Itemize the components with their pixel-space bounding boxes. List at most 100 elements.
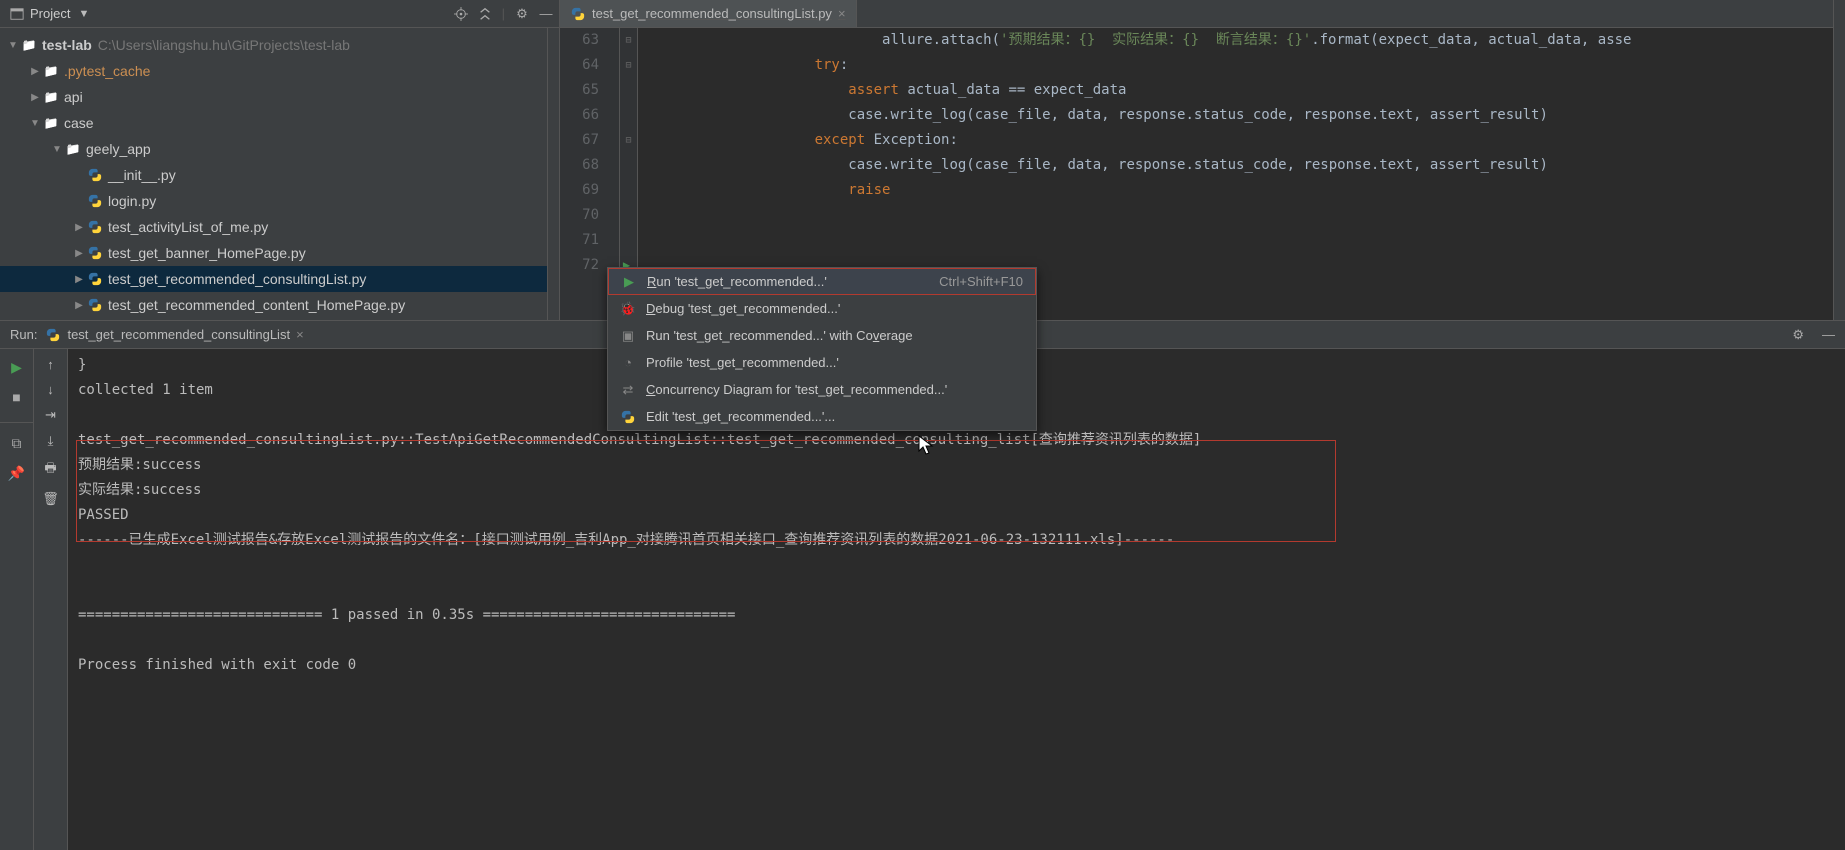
python-file-icon: [620, 409, 636, 425]
tree-item[interactable]: test_get_recommended_consultingList.py: [0, 266, 559, 292]
tree-item[interactable]: geely_app: [0, 136, 559, 162]
arrow-icon[interactable]: [72, 248, 86, 259]
up-icon[interactable]: ↑: [47, 357, 54, 372]
tree-root[interactable]: test-lab C:\Users\liangshu.hu\GitProject…: [0, 32, 559, 58]
soft-wrap-icon[interactable]: ⇥: [45, 407, 56, 423]
tree-item-label: test_get_banner_HomePage.py: [108, 245, 306, 261]
menu-item-label: Debug 'test_get_recommended...': [646, 301, 840, 316]
arrow-icon[interactable]: [28, 92, 42, 103]
context-menu-item[interactable]: Edit 'test_get_recommended...'...: [608, 403, 1036, 430]
python-file-icon: [86, 271, 104, 287]
arrow-icon[interactable]: [28, 118, 42, 129]
arrow-icon[interactable]: [72, 274, 86, 285]
project-tree[interactable]: test-lab C:\Users\liangshu.hu\GitProject…: [0, 28, 559, 320]
tree-item[interactable]: test_activityList_of_me.py: [0, 214, 559, 240]
stop-icon[interactable]: ■: [7, 387, 27, 407]
tree-item[interactable]: test_get_recommended_content_HomePage.py: [0, 292, 559, 318]
context-menu-item[interactable]: ◔Profile 'test_get_recommended...': [608, 349, 1036, 376]
rerun-icon[interactable]: ▶: [7, 357, 27, 377]
run-toolbar-left: ▶ ■ ⧉ 📌: [0, 349, 34, 850]
project-header: Project ▼ | ⚙ —: [0, 0, 559, 28]
python-file-icon: [86, 297, 104, 313]
menu-item-icon: [620, 409, 636, 425]
print-icon[interactable]: 🖶: [44, 459, 56, 481]
project-icon: [10, 7, 24, 21]
menu-item-icon: ⇄: [620, 382, 636, 398]
folder-icon: [42, 90, 60, 104]
tree-item-label: test_activityList_of_me.py: [108, 219, 268, 235]
context-menu-item[interactable]: ⇄ Concurrency Diagram for 'test_get_recom…: [608, 376, 1036, 403]
run-tab[interactable]: test_get_recommended_consultingList ×: [45, 327, 303, 343]
python-file-icon: [87, 271, 103, 287]
close-icon[interactable]: ×: [838, 6, 846, 21]
layout-icon[interactable]: ⧉: [7, 433, 27, 453]
python-file-icon: [570, 6, 586, 22]
menu-item-label: Profile 'test_get_recommended...': [646, 355, 839, 370]
arrow-icon[interactable]: [28, 66, 42, 77]
arrow-icon[interactable]: [50, 144, 64, 155]
tree-item-label: login.py: [108, 193, 156, 209]
minimize-icon[interactable]: —: [1822, 327, 1835, 342]
python-file-icon: [87, 245, 103, 261]
folder-icon: [42, 64, 60, 78]
arrow-icon[interactable]: [72, 222, 86, 233]
editor-scrollbar[interactable]: [1833, 28, 1845, 320]
down-icon[interactable]: ↓: [47, 382, 54, 397]
tree-item-label: case: [64, 115, 94, 131]
trash-icon[interactable]: 🗑: [42, 491, 59, 507]
python-file-icon: [87, 167, 103, 183]
editor-tabs: test_get_recommended_consultingList.py ×: [560, 0, 1845, 28]
gear-icon[interactable]: ⚙: [515, 7, 529, 21]
tree-item[interactable]: test_get_banner_HomePage.py: [0, 240, 559, 266]
menu-item-label: Run 'test_get_recommended...': [647, 274, 827, 289]
gear-icon[interactable]: ⚙: [1792, 327, 1804, 343]
python-file-icon: [86, 193, 104, 209]
python-file-icon: [45, 327, 61, 343]
tree-item-label: .pytest_cache: [64, 63, 150, 79]
arrow-icon[interactable]: [72, 300, 86, 311]
tree-item[interactable]: login.py: [0, 188, 559, 214]
python-file-icon: [86, 167, 104, 183]
target-icon[interactable]: [454, 7, 468, 21]
menu-item-label: Concurrency Diagram for 'test_get_recomm…: [646, 382, 947, 397]
folder-icon: [64, 142, 82, 156]
editor-tab-label: test_get_recommended_consultingList.py: [592, 6, 832, 21]
context-menu-item[interactable]: ▶ Run 'test_get_recommended...' Ctrl+Shift…: [608, 268, 1036, 295]
tree-item-label: api: [64, 89, 83, 105]
python-file-icon: [87, 297, 103, 313]
tree-item[interactable]: case: [0, 110, 559, 136]
editor-tab[interactable]: test_get_recommended_consultingList.py ×: [560, 0, 857, 27]
menu-item-icon: ▶: [621, 274, 637, 290]
run-toolbar-left2: ↑ ↓ ⇥ ⤓ 🖶 🗑: [34, 349, 68, 850]
python-file-icon: [87, 193, 103, 209]
collapse-all-icon[interactable]: [478, 7, 492, 21]
project-dropdown-icon[interactable]: ▼: [78, 8, 89, 20]
folder-icon: [42, 116, 60, 130]
scroll-to-end-icon[interactable]: ⤓: [48, 433, 54, 449]
context-menu: ▶ Run 'test_get_recommended...' Ctrl+Shift…: [607, 267, 1037, 431]
project-scrollbar[interactable]: [547, 28, 559, 320]
run-label: Run:: [10, 327, 37, 342]
tree-item-label: __init__.py: [108, 167, 176, 183]
tree-item[interactable]: __init__.py: [0, 162, 559, 188]
context-menu-item[interactable]: 🐞 Debug 'test_get_recommended...': [608, 295, 1036, 322]
project-panel: Project ▼ | ⚙ — test-lab C:\Users\liangs…: [0, 0, 560, 320]
menu-item-shortcut: Ctrl+Shift+F10: [939, 274, 1023, 289]
expand-arrow-icon[interactable]: [6, 40, 20, 51]
tree-item[interactable]: .pytest_cache: [0, 58, 559, 84]
tree-item[interactable]: api: [0, 84, 559, 110]
context-menu-item[interactable]: ▣ Run 'test_get_recommended...' with Cove…: [608, 322, 1036, 349]
tree-item-label: test_get_recommended_content_HomePage.py: [108, 297, 405, 313]
project-title[interactable]: Project: [30, 6, 70, 21]
folder-icon: [20, 38, 38, 52]
python-file-icon: [86, 245, 104, 261]
pin-icon[interactable]: 📌: [7, 463, 27, 483]
menu-item-icon: 🐞: [620, 301, 636, 317]
minimize-icon[interactable]: —: [539, 7, 553, 21]
menu-item-label: Run 'test_get_recommended...' with Cover…: [646, 328, 913, 343]
tree-item-label: test_get_recommended_consultingList.py: [108, 271, 366, 287]
tree-item-label: geely_app: [86, 141, 151, 157]
menu-item-icon: ▣: [620, 328, 636, 344]
close-icon[interactable]: ×: [296, 327, 304, 342]
python-file-icon: [87, 219, 103, 235]
